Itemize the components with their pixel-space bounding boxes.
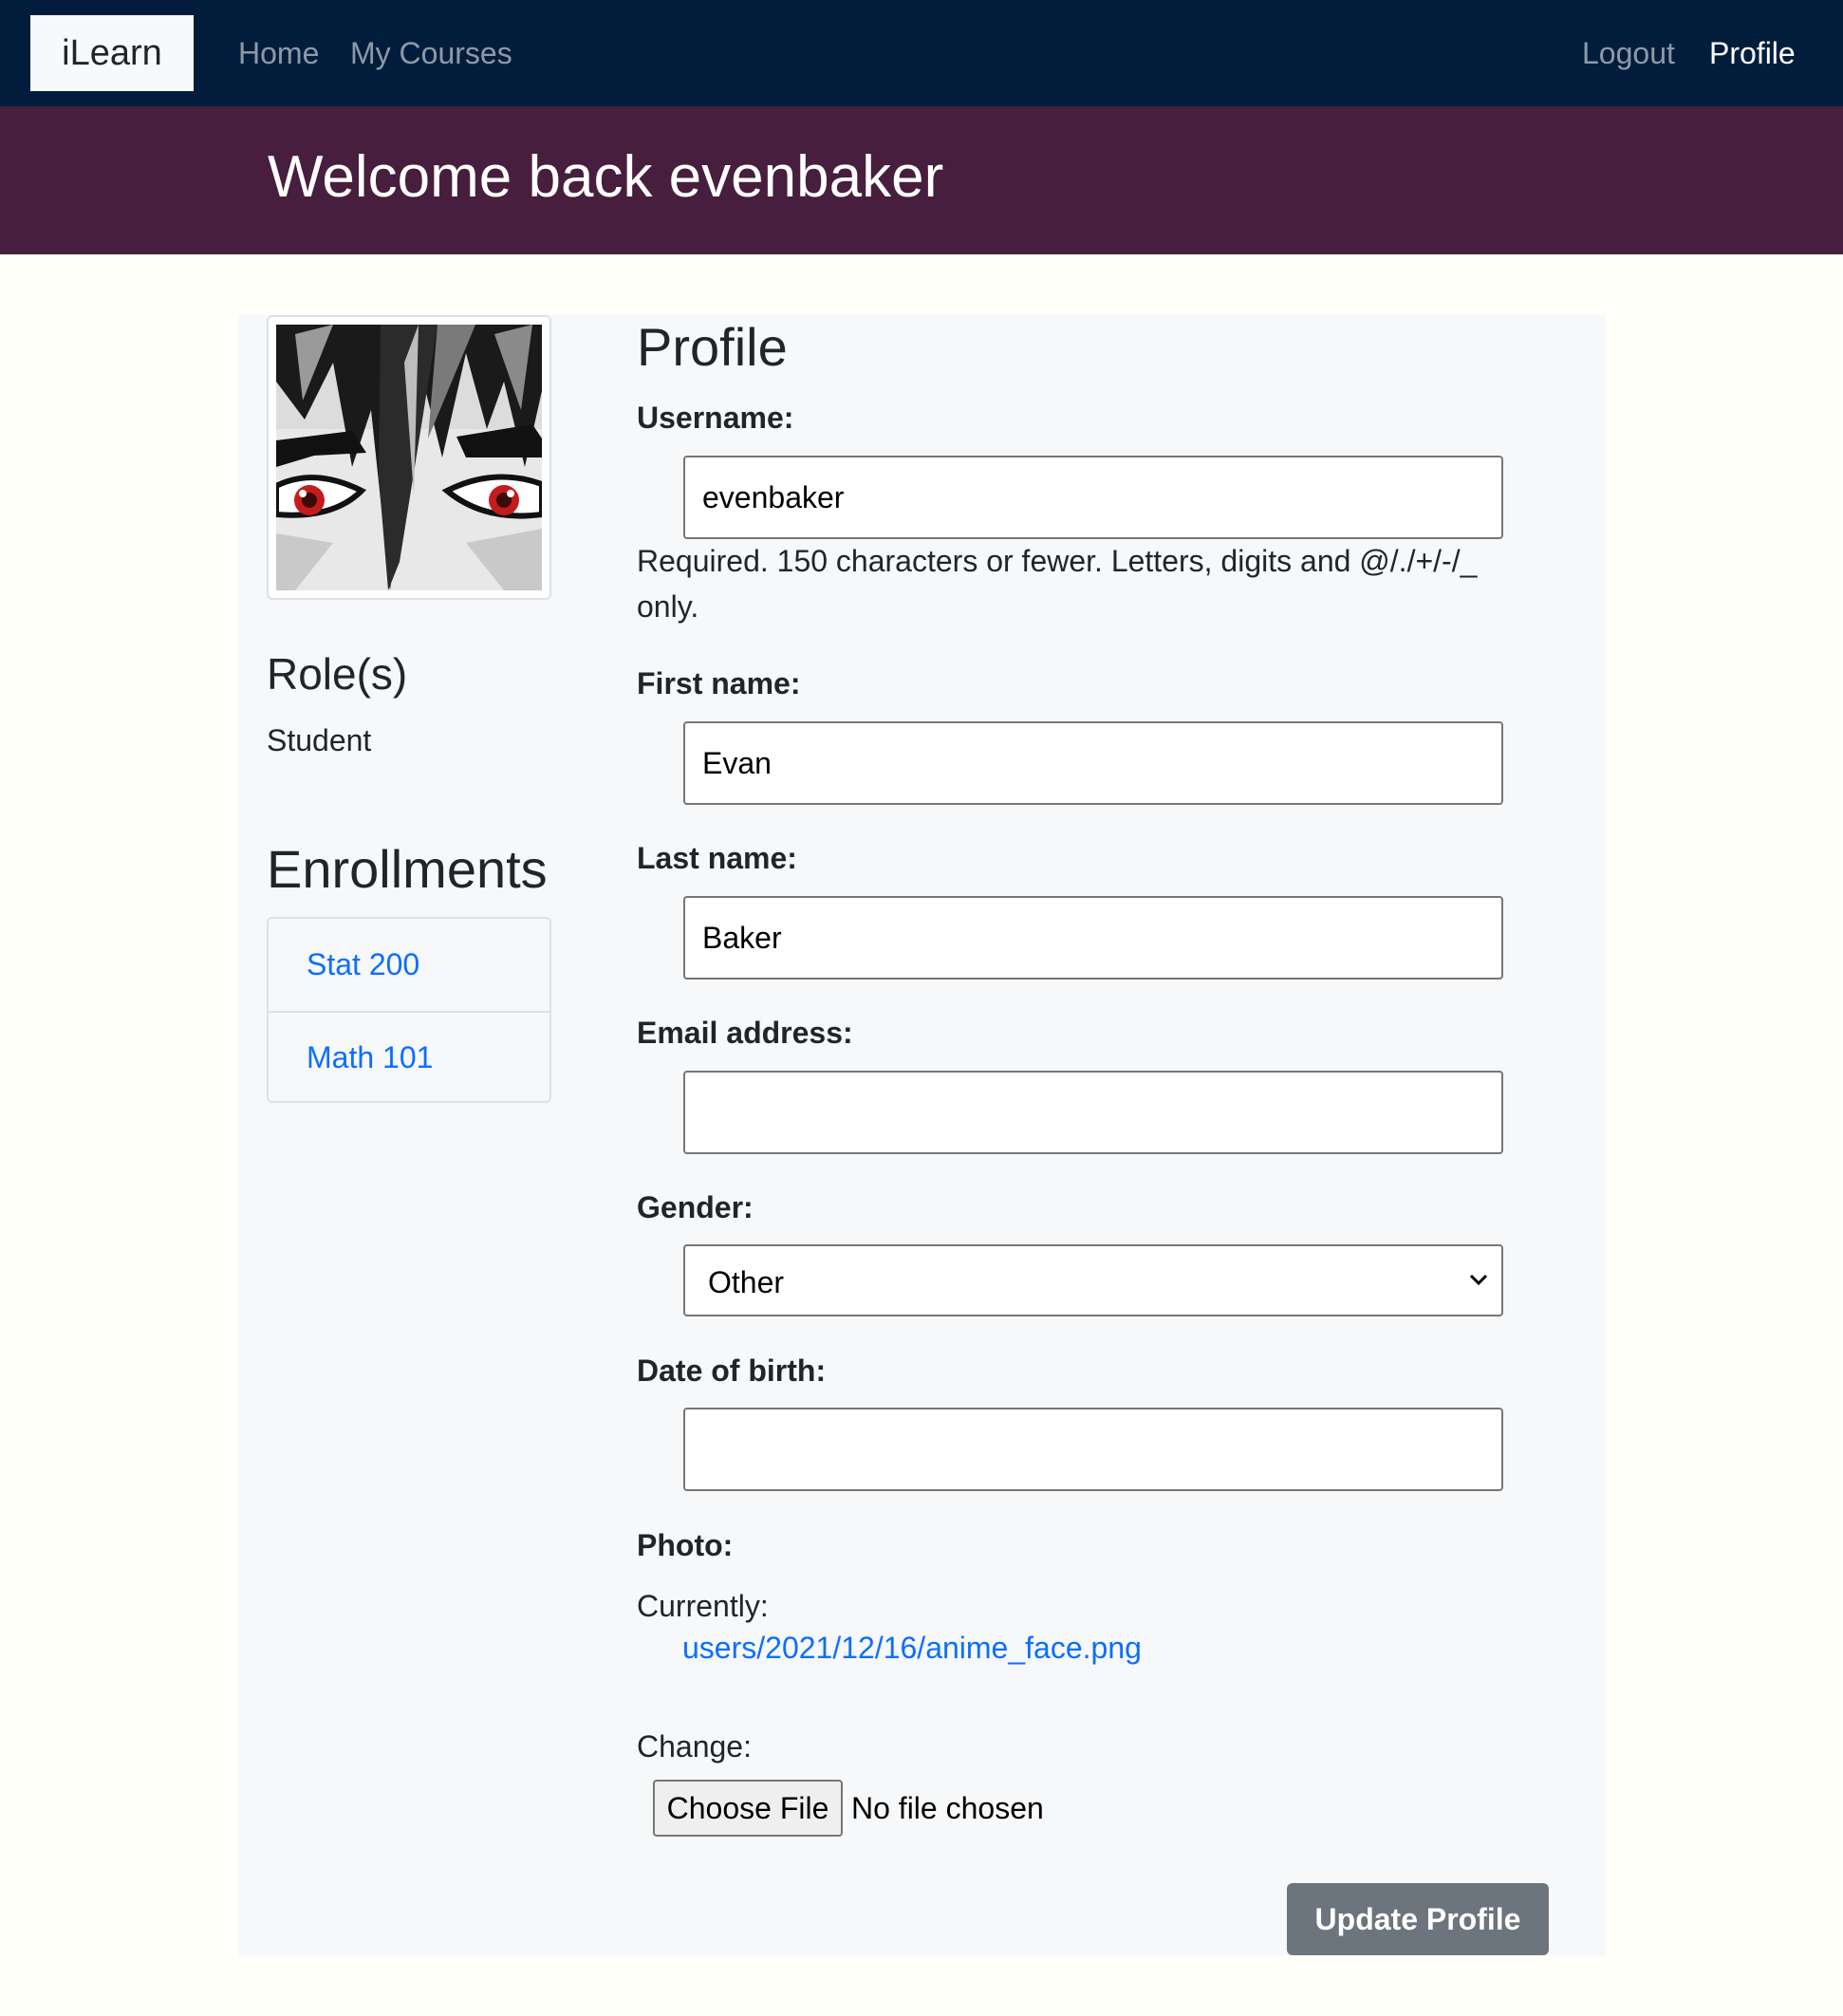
username-help-text: Required. 150 characters or fewer. Lette… [637,544,1478,624]
first-name-field[interactable] [683,721,1503,805]
profile-card: Role(s) Student Enrollments Stat 200 Mat… [238,315,1606,1955]
photo-currently-label: Currently: [637,1589,769,1623]
gender-label: Gender: [637,1190,754,1224]
nav-link-profile[interactable]: Profile [1709,34,1796,72]
dob-label: Date of birth: [637,1353,827,1388]
role-value: Student [267,723,372,757]
enrollments-list: Stat 200 Math 101 [267,917,551,1103]
chevron-down-icon [1469,1274,1488,1286]
enrollments-heading: Enrollments [267,839,548,899]
last-name-label: Last name: [637,841,797,875]
welcome-title: Welcome back evenbaker [268,144,944,210]
update-profile-button[interactable]: Update Profile [1287,1883,1549,1955]
anime-face-avatar-icon [276,325,542,590]
photo-label: Photo: [637,1528,734,1562]
email-label: Email address: [637,1016,853,1050]
avatar [267,315,551,600]
enrollment-link-stat-200[interactable]: Stat 200 [269,919,549,1011]
gender-selected-value: Other [708,1265,785,1299]
photo-change-label: Change: [637,1729,752,1764]
enrollment-link-math-101[interactable]: Math 101 [269,1011,549,1103]
top-navbar: iLearn Home My Courses Logout Profile [0,0,1843,106]
file-status-text: No file chosen [851,1791,1044,1825]
brand-logo[interactable]: iLearn [30,15,194,91]
choose-file-button[interactable]: Choose File [653,1780,843,1837]
roles-heading: Role(s) [267,649,408,699]
username-field[interactable] [683,456,1503,539]
welcome-banner: Welcome back evenbaker [0,106,1843,254]
first-name-label: First name: [637,666,801,700]
nav-link-my-courses[interactable]: My Courses [350,34,512,72]
email-field[interactable] [683,1071,1503,1154]
username-label: Username: [637,401,794,435]
current-photo-link[interactable]: users/2021/12/16/anime_face.png [682,1629,1142,1667]
form-title: Profile [637,317,788,377]
dob-field[interactable] [683,1408,1503,1491]
gender-select[interactable]: Other [683,1244,1503,1316]
last-name-field[interactable] [683,896,1503,980]
nav-link-home[interactable]: Home [238,34,319,72]
nav-link-logout[interactable]: Logout [1582,34,1675,72]
